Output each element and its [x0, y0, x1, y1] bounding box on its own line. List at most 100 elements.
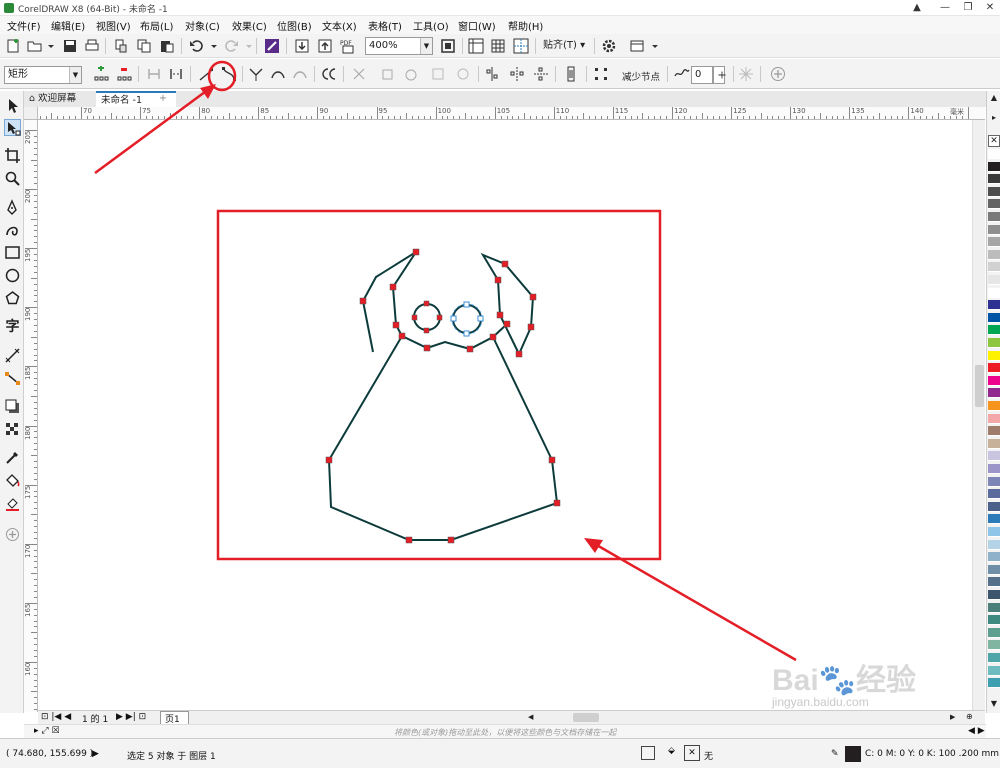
color-swatch[interactable]: [988, 401, 1000, 411]
color-swatch[interactable]: [988, 375, 1000, 386]
color-swatch[interactable]: [988, 224, 1000, 235]
ruler-tick: [34, 354, 37, 356]
color-swatch[interactable]: [988, 237, 1000, 248]
color-palette: ▲ ▸ ✕ ▼: [986, 91, 1000, 713]
color-swatch[interactable]: [988, 300, 1000, 311]
ellipse-tool-icon[interactable]: [4, 267, 21, 284]
palette-scroll-up-icon[interactable]: ▲: [988, 93, 1000, 103]
status-expand-icon[interactable]: ▶: [92, 749, 99, 759]
color-swatch[interactable]: [988, 325, 1000, 336]
no-color-swatch[interactable]: ✕: [988, 135, 1000, 147]
right-button-circle[interactable]: [452, 304, 482, 334]
color-swatch[interactable]: [988, 413, 1000, 424]
smart-fill-tool-icon[interactable]: [4, 495, 21, 512]
color-swatch[interactable]: [988, 438, 1000, 449]
color-swatch[interactable]: [988, 426, 1000, 437]
add-tool-icon[interactable]: [4, 526, 21, 543]
fill-bucket-icon[interactable]: ⬙: [668, 746, 675, 756]
color-swatch[interactable]: [988, 363, 1000, 374]
color-swatch[interactable]: [988, 338, 1000, 348]
first-page-icon[interactable]: ⊡ |◀ ◀: [41, 712, 71, 722]
horizontal-scroll-thumb[interactable]: [573, 713, 599, 722]
color-swatch[interactable]: [988, 501, 1000, 512]
color-swatch[interactable]: [988, 640, 1000, 651]
color-swatch[interactable]: [988, 678, 1000, 689]
navigator-icon[interactable]: ⊕: [966, 712, 978, 723]
left-strap-path[interactable]: [361, 251, 417, 353]
color-swatch[interactable]: [988, 212, 1000, 222]
vertical-scroll-thumb[interactable]: [975, 365, 984, 407]
color-swatch[interactable]: [988, 489, 1000, 500]
transparency-tool-icon[interactable]: [4, 421, 21, 438]
color-swatch[interactable]: [988, 149, 1000, 159]
document-palette-controls[interactable]: ▸ ⤢ ☒: [34, 726, 60, 736]
ruler-label: 175: [24, 485, 32, 499]
selected-node-markers[interactable]: [450, 301, 484, 337]
rectangle-tool-icon[interactable]: [4, 244, 21, 261]
left-button-circle[interactable]: [413, 303, 441, 331]
ruler-tick: [34, 478, 37, 480]
hscroll-right-icon[interactable]: ▶: [950, 713, 956, 722]
outline-color-swatch[interactable]: [845, 746, 861, 762]
parallel-dimension-tool-icon[interactable]: [4, 347, 21, 364]
artistic-media-tool-icon[interactable]: [4, 221, 21, 238]
annotation-arrow-canvas: [587, 538, 797, 662]
drop-shadow-tool-icon[interactable]: [4, 398, 21, 415]
color-swatch[interactable]: [988, 312, 1000, 323]
color-proof-icon[interactable]: [641, 746, 655, 760]
vertical-ruler[interactable]: 205 200 195 190 185 180 175 170 165 160: [24, 120, 38, 712]
node-markers[interactable]: [325, 248, 561, 544]
ruler-tick: [34, 555, 37, 557]
color-swatch[interactable]: [988, 527, 1000, 537]
ruler-tick: [34, 260, 37, 262]
ruler-tick: [34, 289, 37, 291]
color-swatch[interactable]: [988, 539, 1000, 550]
no-fill-icon[interactable]: ✕: [684, 745, 700, 761]
palette-scroll-down-icon[interactable]: ▼: [988, 699, 1000, 709]
ruler-tick: [34, 206, 37, 208]
color-swatch[interactable]: [988, 665, 1000, 676]
annotation-arrowhead: [200, 84, 216, 99]
color-swatch[interactable]: [988, 476, 1000, 487]
color-swatch[interactable]: [988, 174, 1000, 185]
color-swatch[interactable]: [988, 577, 1000, 588]
text-tool-icon[interactable]: 字: [4, 319, 21, 336]
palette-menu-icon[interactable]: ▸: [988, 113, 1000, 123]
connector-tool-icon[interactable]: [4, 370, 21, 387]
interactive-fill-tool-icon[interactable]: [4, 472, 21, 489]
color-swatch[interactable]: [988, 350, 1000, 361]
color-swatch[interactable]: [988, 161, 1000, 172]
color-swatch[interactable]: [988, 627, 1000, 638]
ruler-tick: [34, 242, 37, 244]
color-swatch[interactable]: [988, 552, 1000, 563]
color-swatch[interactable]: [988, 653, 1000, 663]
color-swatch[interactable]: [988, 262, 1000, 273]
color-swatch[interactable]: [988, 514, 1000, 525]
color-swatch[interactable]: [988, 451, 1000, 462]
vertical-scrollbar[interactable]: [972, 120, 985, 710]
color-swatch[interactable]: [988, 186, 1000, 197]
color-swatch[interactable]: [988, 199, 1000, 210]
outline-pen-icon[interactable]: ✎: [831, 749, 839, 759]
polygon-tool-icon[interactable]: [4, 290, 21, 307]
next-page-icon[interactable]: ▶ ▶| ⊡: [116, 712, 146, 722]
color-swatch[interactable]: [988, 590, 1000, 600]
eyedropper-tool-icon[interactable]: [4, 449, 21, 466]
freehand-tool-icon[interactable]: [4, 199, 21, 216]
color-swatch[interactable]: [988, 615, 1000, 626]
color-swatch[interactable]: [988, 464, 1000, 474]
ruler-tick: [34, 301, 37, 303]
color-swatch[interactable]: [988, 564, 1000, 575]
drawing-canvas[interactable]: [38, 120, 985, 710]
dress-body-path[interactable]: [327, 335, 559, 541]
document-palette-scroll[interactable]: ◀ ▶: [968, 726, 985, 736]
ruler-tick: [34, 472, 37, 474]
ruler-label: 185: [24, 367, 32, 381]
ruler-tick: [31, 573, 37, 575]
color-swatch[interactable]: [988, 388, 1000, 399]
color-swatch[interactable]: [988, 287, 1000, 298]
hscroll-left-icon[interactable]: ◀: [528, 713, 534, 722]
color-swatch[interactable]: [988, 249, 1000, 260]
color-swatch[interactable]: [988, 602, 1000, 613]
color-swatch[interactable]: [988, 275, 1000, 285]
